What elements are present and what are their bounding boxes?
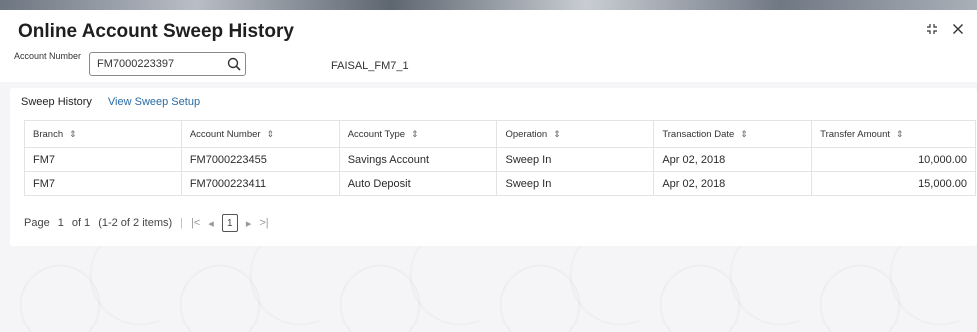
next-page-icon[interactable]: ▸: [246, 217, 252, 230]
sweep-history-panel: Sweep History View Sweep Setup Branch ⇕ A…: [10, 88, 977, 246]
cell-account-number: FM7000223455: [180, 147, 340, 172]
sort-icon[interactable]: ⇕: [411, 129, 419, 139]
column-header-account-type[interactable]: Account Type ⇕: [338, 120, 498, 148]
items-count: (1-2 of 2 items): [98, 217, 173, 229]
table-header-row: Branch ⇕ Account Number ⇕ Account Type ⇕ Op…: [24, 120, 976, 148]
cell-transaction-date: Apr 02, 2018: [653, 171, 813, 196]
column-header-transfer-amount[interactable]: Transfer Amount ⇕: [811, 120, 976, 148]
table-row[interactable]: FM7 FM7000223455 Savings Account Sweep I…: [24, 147, 976, 172]
account-row: Account Number FM7000223397 FAISAL_FM7_1: [0, 48, 977, 82]
current-page-button[interactable]: 1: [221, 214, 238, 232]
collapse-icon[interactable]: [925, 22, 939, 36]
cell-account-type: Auto Deposit: [338, 171, 498, 196]
window-controls: [925, 22, 965, 36]
pagination: Page 1 of 1 (1-2 of 2 items) | |< ◂ 1 ▸ …: [24, 214, 269, 232]
column-header-account-number[interactable]: Account Number ⇕: [180, 120, 340, 148]
sort-icon[interactable]: ⇕: [69, 129, 77, 139]
search-icon[interactable]: [223, 53, 245, 75]
view-sweep-setup-link[interactable]: View Sweep Setup: [108, 96, 200, 108]
account-number-label: Account Number: [14, 51, 82, 61]
cell-account-type: Savings Account: [338, 147, 498, 172]
page-of-label: of 1: [71, 217, 91, 229]
cell-transfer-amount: 15,000.00: [811, 171, 976, 196]
tab-bar: Sweep History View Sweep Setup: [21, 96, 200, 108]
sort-icon[interactable]: ⇕: [896, 129, 904, 139]
page-label: Page: [24, 217, 50, 229]
last-page-icon[interactable]: >|: [259, 217, 268, 229]
column-header-branch[interactable]: Branch ⇕: [24, 120, 182, 148]
page-number: 1: [57, 217, 64, 229]
sort-icon[interactable]: ⇕: [267, 129, 275, 139]
top-banner: [0, 0, 977, 10]
account-number-value[interactable]: FM7000223397: [97, 58, 223, 70]
column-header-operation[interactable]: Operation ⇕: [496, 120, 655, 148]
account-name: FAISAL_FM7_1: [331, 60, 409, 72]
cell-transaction-date: Apr 02, 2018: [653, 147, 813, 172]
previous-page-icon[interactable]: ◂: [208, 217, 214, 230]
close-icon[interactable]: [951, 22, 965, 36]
background-pattern: [0, 245, 977, 332]
column-header-transaction-date[interactable]: Transaction Date ⇕: [653, 120, 813, 148]
window-header: Online Account Sweep History: [0, 10, 977, 48]
cell-account-number: FM7000223411: [180, 171, 340, 196]
account-number-input[interactable]: FM7000223397: [89, 52, 246, 76]
first-page-icon[interactable]: |<: [191, 217, 200, 229]
cell-operation: Sweep In: [496, 171, 655, 196]
sort-icon[interactable]: ⇕: [740, 129, 748, 139]
divider: |: [180, 217, 184, 229]
sort-icon[interactable]: ⇕: [553, 129, 561, 139]
cell-transfer-amount: 10,000.00: [811, 147, 976, 172]
cell-operation: Sweep In: [496, 147, 655, 172]
cell-branch: FM7: [24, 171, 182, 196]
table-row[interactable]: FM7 FM7000223411 Auto Deposit Sweep In A…: [24, 171, 976, 196]
cell-branch: FM7: [24, 147, 182, 172]
page-title: Online Account Sweep History: [18, 21, 294, 42]
tab-sweep-history[interactable]: Sweep History: [21, 96, 92, 108]
sweep-history-table: Branch ⇕ Account Number ⇕ Account Type ⇕ Op…: [24, 120, 976, 196]
